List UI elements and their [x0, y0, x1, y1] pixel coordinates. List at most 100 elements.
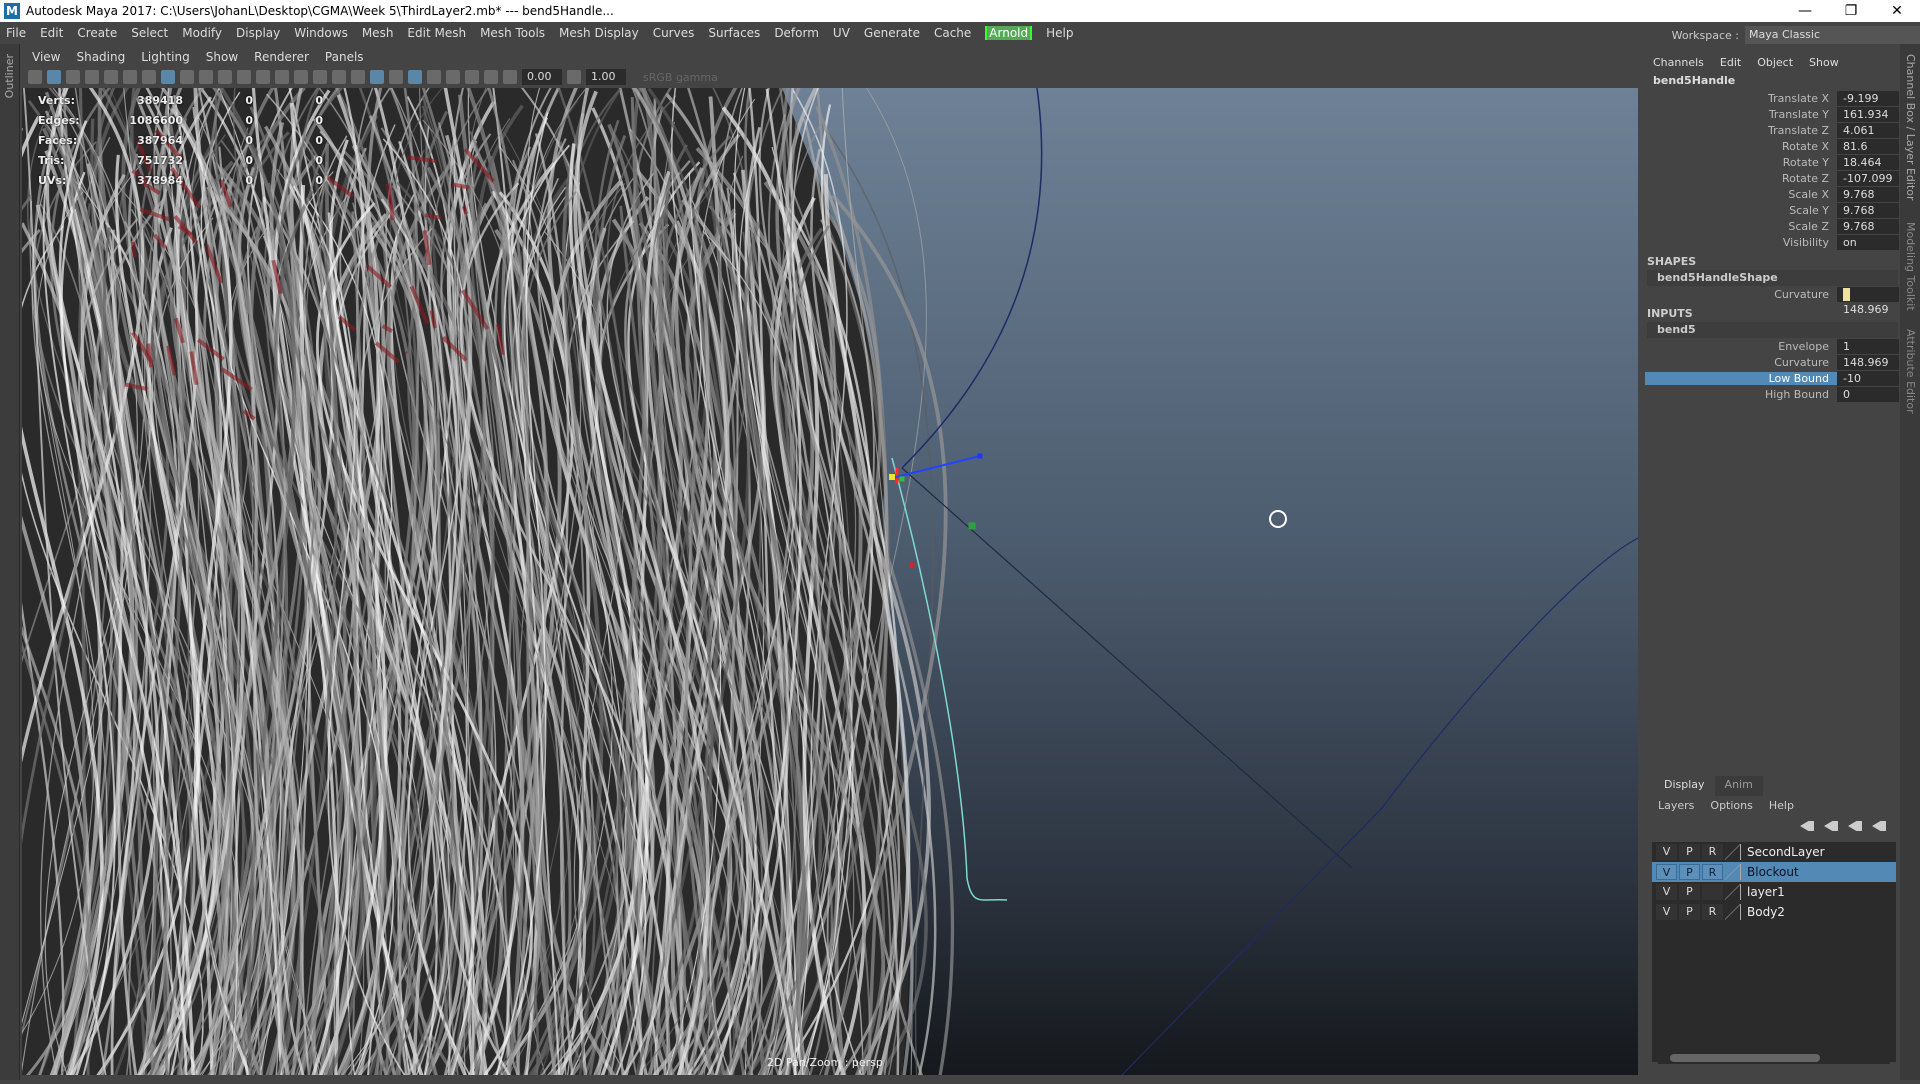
input-name[interactable]: bend5	[1647, 322, 1898, 338]
maximize-button[interactable]: ❐	[1828, 0, 1874, 22]
visibility-toggle[interactable]: V	[1656, 844, 1677, 860]
channel-translate-x[interactable]: Translate X -9.199	[1645, 90, 1900, 106]
channel-label[interactable]: Envelope	[1645, 340, 1837, 353]
toolbar-tool-icon[interactable]	[123, 70, 137, 84]
menu-curves[interactable]: Curves	[653, 26, 695, 40]
toolbar-tool-icon[interactable]	[389, 70, 403, 84]
new-layer-selected-icon[interactable]	[1872, 821, 1886, 831]
toolbar-tool-icon[interactable]	[294, 70, 308, 84]
channel-curvature[interactable]: Curvature 148.969	[1645, 286, 1900, 316]
move-layer-down-icon[interactable]	[1824, 821, 1838, 831]
menu-surfaces[interactable]: Surfaces	[708, 26, 760, 40]
channel-label[interactable]: Scale Y	[1645, 204, 1837, 217]
menu-mesh[interactable]: Mesh	[362, 26, 394, 40]
menu-mesh-display[interactable]: Mesh Display	[559, 26, 639, 40]
channel-label[interactable]: Scale X	[1645, 188, 1837, 201]
toolbar-tool-icon[interactable]	[503, 70, 517, 84]
menu-windows[interactable]: Windows	[294, 26, 348, 40]
manipulator-handle[interactable]	[909, 562, 915, 568]
toolbar-tool-icon[interactable]	[256, 70, 270, 84]
manipulator-handle[interactable]	[889, 474, 895, 480]
menu-layers[interactable]: Layers	[1658, 799, 1694, 812]
channel-low-bound[interactable]: Low Bound -10	[1645, 370, 1900, 386]
channel-value[interactable]: 18.464	[1837, 154, 1899, 170]
toolbar-tool-icon[interactable]	[465, 70, 479, 84]
channel-value[interactable]: -10	[1837, 370, 1899, 386]
reference-toggle[interactable]: R	[1702, 844, 1723, 860]
gamma-field[interactable]: 1.00	[586, 69, 626, 85]
layer-row-body2[interactable]: V P R Body2	[1652, 902, 1896, 922]
toolbar-tool-icon[interactable]	[275, 70, 289, 84]
channel-translate-z[interactable]: Translate Z 4.061	[1645, 122, 1900, 138]
channel-visibility[interactable]: Visibility on	[1645, 234, 1900, 250]
channel-label[interactable]: Low Bound	[1645, 371, 1837, 385]
close-button[interactable]: ✕	[1874, 0, 1920, 22]
menu-generate[interactable]: Generate	[864, 26, 920, 40]
channel-label[interactable]: Scale Z	[1645, 220, 1837, 233]
move-layer-up-icon[interactable]	[1800, 821, 1814, 831]
channel-value[interactable]: -107.099	[1837, 170, 1899, 186]
channel-label[interactable]: Visibility	[1645, 236, 1837, 249]
channel-translate-y[interactable]: Translate Y 161.934	[1645, 106, 1900, 122]
menu-cache[interactable]: Cache	[934, 26, 971, 40]
panel-menu-panels[interactable]: Panels	[325, 50, 364, 64]
layer-row-secondlayer[interactable]: V P R SecondLayer	[1652, 842, 1896, 862]
panel-menu-show[interactable]: Show	[206, 50, 238, 64]
channel-rotate-x[interactable]: Rotate X 81.6	[1645, 138, 1900, 154]
channel-value[interactable]: 161.934	[1837, 106, 1899, 122]
toolbar-tool-icon[interactable]	[85, 70, 99, 84]
reference-toggle[interactable]: R	[1702, 864, 1723, 880]
menu-help[interactable]: Help	[1769, 799, 1794, 812]
reference-toggle[interactable]	[1702, 884, 1723, 900]
reference-toggle[interactable]: R	[1702, 904, 1723, 920]
menu-edit[interactable]: Edit	[40, 26, 63, 40]
menu-display[interactable]: Display	[236, 26, 280, 40]
tab-modeling-toolkit[interactable]: Modeling Toolkit	[1904, 222, 1917, 311]
menu-select[interactable]: Select	[131, 26, 168, 40]
channel-envelope[interactable]: Envelope 1	[1645, 338, 1900, 354]
channel-scale-y[interactable]: Scale Y 9.768	[1645, 202, 1900, 218]
channel-label[interactable]: Translate Z	[1645, 124, 1837, 137]
channel-scale-x[interactable]: Scale X 9.768	[1645, 186, 1900, 202]
menu-file[interactable]: File	[6, 26, 26, 40]
visibility-toggle[interactable]: V	[1656, 864, 1677, 880]
channel-value[interactable]: 0	[1837, 386, 1899, 402]
channel-value[interactable]: 148.969	[1837, 354, 1899, 370]
channel-menu-object[interactable]: Object	[1757, 56, 1793, 69]
toolbar-tool-icon[interactable]	[332, 70, 346, 84]
exposure-field[interactable]: 0.00	[522, 69, 562, 85]
layer-color-swatch[interactable]	[1725, 904, 1741, 920]
toolbar-tool-icon[interactable]	[142, 70, 156, 84]
channel-menu-edit[interactable]: Edit	[1720, 56, 1741, 69]
channel-menu-channels[interactable]: Channels	[1653, 56, 1704, 69]
menu-arnold[interactable]: Arnold	[985, 26, 1033, 40]
menu-deform[interactable]: Deform	[774, 26, 819, 40]
playback-toggle[interactable]: P	[1679, 844, 1700, 860]
toolbar-tool-icon[interactable]	[180, 70, 194, 84]
gamma-icon[interactable]	[567, 70, 581, 84]
channel-label[interactable]: High Bound	[1645, 388, 1837, 401]
toolbar-tool-icon[interactable]	[484, 70, 498, 84]
toolbar-tool-icon[interactable]	[427, 70, 441, 84]
channel-label[interactable]: Rotate X	[1645, 140, 1837, 153]
tab-attribute-editor[interactable]: Attribute Editor	[1904, 329, 1917, 414]
workspace-dropdown[interactable]: Maya Classic	[1745, 26, 1920, 44]
toolbar-tool-icon[interactable]	[66, 70, 80, 84]
outliner-tab[interactable]: Outliner	[0, 44, 20, 1080]
menu-help[interactable]: Help	[1046, 26, 1073, 40]
shape-name[interactable]: bend5HandleShape	[1647, 270, 1898, 286]
toolbar-tool-icon[interactable]	[104, 70, 118, 84]
toolbar-tool-icon[interactable]	[313, 70, 327, 84]
channel-rotate-y[interactable]: Rotate Y 18.464	[1645, 154, 1900, 170]
channel-label[interactable]: Curvature	[1645, 288, 1837, 301]
channel-value[interactable]: 9.768	[1837, 186, 1899, 202]
layer-color-swatch[interactable]	[1725, 844, 1741, 860]
channel-menu-show[interactable]: Show	[1809, 56, 1839, 69]
channel-label[interactable]: Translate Y	[1645, 108, 1837, 121]
panel-menu-renderer[interactable]: Renderer	[254, 50, 309, 64]
channel-label[interactable]: Translate X	[1645, 92, 1837, 105]
visibility-toggle[interactable]: V	[1656, 904, 1677, 920]
channel-label[interactable]: Rotate Y	[1645, 156, 1837, 169]
channel-scale-z[interactable]: Scale Z 9.768	[1645, 218, 1900, 234]
layer-row-blockout[interactable]: V P R Blockout	[1652, 862, 1896, 882]
